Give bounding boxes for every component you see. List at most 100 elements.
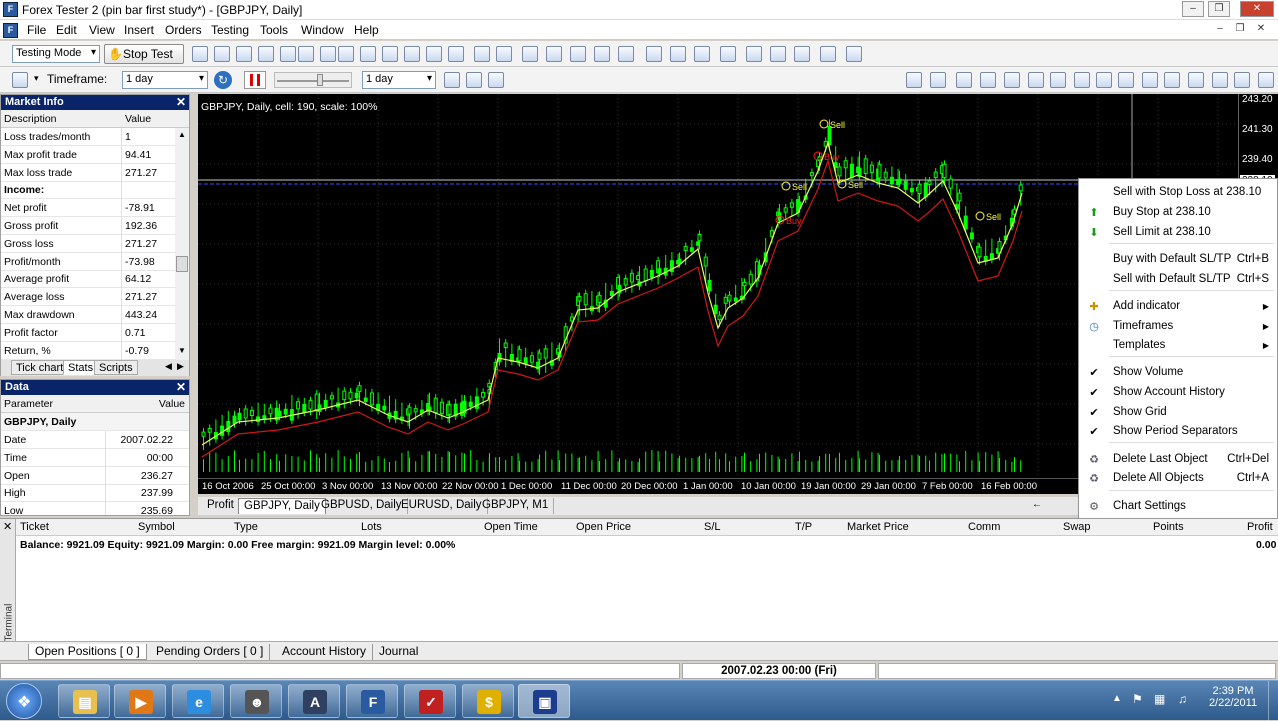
taskbar-forex-tester[interactable]: F bbox=[346, 684, 398, 718]
tab-scripts[interactable]: Scripts bbox=[94, 360, 138, 375]
tab-journal[interactable]: Journal bbox=[373, 644, 424, 660]
tab-pending-orders[interactable]: Pending Orders [ 0 ] bbox=[150, 644, 271, 660]
toolbar-tool-icon[interactable] bbox=[794, 46, 810, 62]
toolbar-tool-icon[interactable] bbox=[214, 46, 230, 62]
menu-orders[interactable]: Orders bbox=[165, 23, 202, 37]
toolbar-tool-icon[interactable] bbox=[496, 46, 512, 62]
restore-button[interactable]: ❐ bbox=[1208, 1, 1230, 17]
toolbar-tool-icon[interactable] bbox=[770, 46, 786, 62]
context-menu-item[interactable]: ⚙ Chart Settings bbox=[1079, 497, 1278, 517]
context-menu-item[interactable]: Templates ▶ bbox=[1079, 336, 1278, 356]
taskbar-fxdd[interactable]: ✓ bbox=[404, 684, 456, 718]
mdi-minimize-icon[interactable]: – bbox=[1212, 23, 1228, 37]
drawing-tool-icon[interactable] bbox=[444, 72, 460, 88]
drawing-tool-icon[interactable] bbox=[1212, 72, 1228, 88]
tab-open-positions[interactable]: Open Positions [ 0 ] bbox=[28, 644, 147, 660]
toolbar-tool-icon[interactable] bbox=[298, 46, 314, 62]
taskbar-ie[interactable]: e bbox=[172, 684, 224, 718]
toolbar-tool-icon[interactable] bbox=[846, 46, 862, 62]
tray-volume-icon[interactable]: ♫ bbox=[1178, 692, 1187, 706]
scroll-right-icon[interactable]: ▶ bbox=[177, 361, 184, 372]
speed-slider[interactable] bbox=[274, 72, 352, 88]
drawing-tool-icon[interactable] bbox=[1142, 72, 1158, 88]
toolbar-tool-icon[interactable] bbox=[546, 46, 562, 62]
taskbar-active-app[interactable]: ▣ bbox=[518, 684, 570, 718]
drawing-tool-icon[interactable] bbox=[466, 72, 482, 88]
market-info-scrollbar[interactable]: ▲ ▼ bbox=[175, 128, 189, 360]
drawing-tool-icon[interactable] bbox=[1074, 72, 1090, 88]
toolbar-tool-icon[interactable] bbox=[522, 46, 538, 62]
context-menu-item[interactable]: Sell with Stop Loss at 238.10 bbox=[1079, 183, 1278, 203]
chart-tab-profit[interactable]: Profit bbox=[202, 498, 240, 514]
context-menu-item[interactable]: ⬇ Sell Limit at 238.10 bbox=[1079, 223, 1278, 243]
close-button[interactable]: ✕ bbox=[1240, 1, 1274, 17]
chart-tab-eurusd-daily[interactable]: EURUSD, Daily bbox=[396, 498, 488, 514]
chevron-down-icon[interactable]: ▾ bbox=[34, 73, 39, 84]
drawing-tool-icon[interactable] bbox=[1164, 72, 1180, 88]
toolbar-tool-icon[interactable] bbox=[746, 46, 762, 62]
context-menu-item[interactable]: ✔ Show Account History bbox=[1079, 383, 1278, 403]
market-info-close-icon[interactable]: ✕ bbox=[176, 95, 186, 109]
mdi-close-icon[interactable]: ✕ bbox=[1253, 23, 1269, 37]
drawing-tool-icon[interactable] bbox=[980, 72, 996, 88]
toolbar-tool-icon[interactable] bbox=[426, 46, 442, 62]
drawing-tool-icon[interactable] bbox=[906, 72, 922, 88]
toolbar-tool-icon[interactable] bbox=[448, 46, 464, 62]
context-menu-item[interactable]: ✔ Show Volume bbox=[1079, 363, 1278, 383]
timeframe-select[interactable]: 1 day bbox=[122, 71, 208, 89]
context-menu-item[interactable]: ◷ Timeframes ▶ bbox=[1079, 317, 1278, 337]
context-menu-item[interactable]: ⬆ Buy Stop at 238.10 bbox=[1079, 203, 1278, 223]
menu-tools[interactable]: Tools bbox=[260, 23, 288, 37]
drawing-tool-icon[interactable] bbox=[956, 72, 972, 88]
drawing-tool-icon[interactable] bbox=[930, 72, 946, 88]
context-menu-item[interactable]: ✔ Show Grid bbox=[1079, 403, 1278, 423]
speed-slider-thumb[interactable] bbox=[317, 74, 323, 86]
toolbar-tool-icon[interactable] bbox=[258, 46, 274, 62]
drawing-tool-icon[interactable] bbox=[1028, 72, 1044, 88]
chart-tab-gbpjpy-m1[interactable]: GBPJPY, M1 bbox=[477, 498, 555, 514]
new-chart-icon[interactable] bbox=[12, 72, 28, 88]
toolbar-tool-icon[interactable] bbox=[382, 46, 398, 62]
drawing-tool-icon[interactable] bbox=[1234, 72, 1250, 88]
toolbar-tool-icon[interactable] bbox=[720, 46, 736, 62]
pause-button[interactable] bbox=[244, 71, 266, 89]
drawing-tool-icon[interactable] bbox=[1004, 72, 1020, 88]
toolbar-tool-icon[interactable] bbox=[404, 46, 420, 62]
context-menu-item[interactable]: Buy with Default SL/TP Ctrl+B bbox=[1079, 250, 1278, 270]
menu-edit[interactable]: Edit bbox=[56, 23, 77, 37]
tray-arrow-icon[interactable]: ▲ bbox=[1112, 693, 1122, 704]
terminal-close-icon[interactable]: ✕ bbox=[3, 520, 12, 533]
toolbar-tool-icon[interactable] bbox=[338, 46, 354, 62]
drawing-tool-icon[interactable] bbox=[1050, 72, 1066, 88]
context-menu-item[interactable]: ♻ Delete All Objects Ctrl+A bbox=[1079, 469, 1278, 489]
chart-tab-gbpusd-daily[interactable]: GBPUSD, Daily bbox=[316, 498, 408, 514]
toolbar-tool-icon[interactable] bbox=[670, 46, 686, 62]
context-menu-item[interactable]: ✚ Add indicator ▶ bbox=[1079, 297, 1278, 317]
menu-file[interactable]: File bbox=[27, 23, 46, 37]
data-close-icon[interactable]: ✕ bbox=[176, 380, 186, 394]
toolbar-tool-icon[interactable] bbox=[570, 46, 586, 62]
taskbar-dollar[interactable]: $ bbox=[462, 684, 514, 718]
drawing-tool-icon[interactable] bbox=[1096, 72, 1112, 88]
speed-step-select[interactable]: 1 day bbox=[362, 71, 436, 89]
drawing-tool-icon[interactable] bbox=[1118, 72, 1134, 88]
speed-icon[interactable]: ↻ bbox=[214, 71, 232, 89]
taskbar-aaafx[interactable]: A bbox=[288, 684, 340, 718]
context-menu-item[interactable]: ♻ Delete Last Object Ctrl+Del bbox=[1079, 450, 1278, 470]
menu-help[interactable]: Help bbox=[354, 23, 379, 37]
toolbar-tool-icon[interactable] bbox=[594, 46, 610, 62]
drawing-tool-icon[interactable] bbox=[1258, 72, 1274, 88]
show-desktop-button[interactable] bbox=[1268, 681, 1278, 721]
scroll-left-icon[interactable]: ◀ bbox=[165, 361, 172, 372]
tab-account-history[interactable]: Account History bbox=[276, 644, 374, 660]
start-button[interactable]: ❖ bbox=[6, 683, 42, 719]
stop-test-button[interactable]: ✋ Stop Test bbox=[104, 44, 184, 64]
drawing-tool-icon[interactable] bbox=[488, 72, 504, 88]
tray-clock[interactable]: 2:39 PM 2/22/2011 bbox=[1202, 685, 1264, 709]
scroll-thumb[interactable] bbox=[176, 256, 188, 272]
menu-testing[interactable]: Testing bbox=[211, 23, 249, 37]
taskbar-spy[interactable]: ☻ bbox=[230, 684, 282, 718]
context-menu-item[interactable]: ✔ Show Period Separators bbox=[1079, 422, 1278, 442]
chart-tab-gbpjpy-daily[interactable]: GBPJPY, Daily bbox=[238, 498, 326, 514]
scroll-up-icon[interactable]: ▲ bbox=[178, 130, 186, 139]
